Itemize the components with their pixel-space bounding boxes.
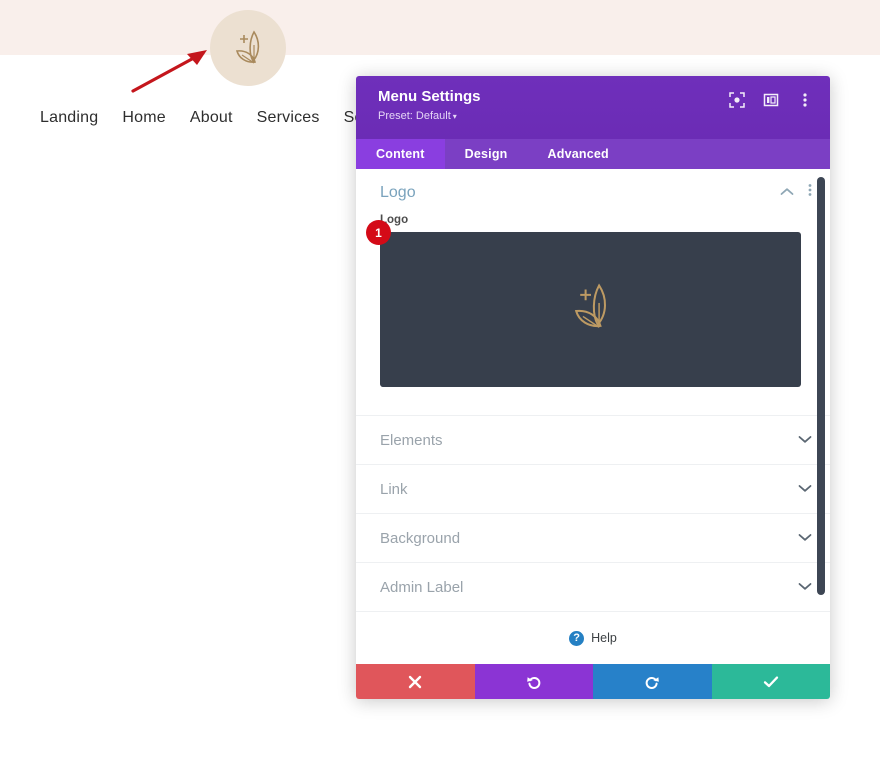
modal-body: Logo Logo 1 Elements Link Background Adm… (356, 169, 830, 664)
page-title: Menu Settings (378, 88, 481, 105)
redo-button[interactable] (593, 664, 712, 699)
section-admin-label-label: Admin Label (380, 578, 464, 596)
modal-header-actions (728, 88, 814, 109)
tab-design[interactable]: Design (445, 139, 528, 169)
red-arrow-annotation (131, 50, 207, 93)
chevron-down-icon: ▾ (452, 112, 457, 121)
undo-icon (526, 674, 542, 690)
check-icon (763, 675, 779, 689)
modal-header-text: Menu Settings Preset: Default ▾ (378, 88, 481, 122)
modal-header: Menu Settings Preset: Default ▾ (356, 76, 830, 139)
nav-item-services[interactable]: Services (257, 109, 320, 127)
tab-advanced[interactable]: Advanced (528, 139, 629, 169)
nav-item-about[interactable]: About (190, 109, 233, 127)
undo-button[interactable] (474, 664, 593, 699)
help-label: Help (591, 631, 617, 645)
section-background[interactable]: Background (356, 513, 830, 562)
save-button[interactable] (711, 664, 830, 699)
menu-settings-modal: Menu Settings Preset: Default ▾ Content … (356, 76, 830, 699)
logo-upload-preview[interactable]: 1 (366, 220, 801, 387)
focus-target-icon[interactable] (728, 91, 746, 109)
leaf-sparkle-logo-icon (560, 276, 622, 343)
section-elements[interactable]: Elements (356, 415, 830, 464)
preset-label: Preset: Default (378, 110, 451, 122)
close-icon (408, 675, 422, 689)
panel-scrollbar[interactable] (817, 177, 825, 595)
nav-item-home[interactable]: Home (122, 109, 165, 127)
section-link-label: Link (380, 480, 408, 498)
more-vertical-icon[interactable] (808, 183, 812, 202)
logo-field-label: Logo (380, 214, 409, 226)
chevron-down-icon[interactable] (798, 529, 812, 547)
site-logo-circle[interactable] (210, 10, 286, 86)
help-question-icon: ? (569, 630, 585, 646)
help-row[interactable]: ? Help (356, 611, 830, 664)
layout-panel-icon[interactable] (762, 91, 780, 109)
redo-icon (644, 674, 660, 690)
cancel-button[interactable] (356, 664, 475, 699)
chevron-up-icon[interactable] (780, 184, 794, 202)
section-logo-header[interactable]: Logo (356, 169, 830, 212)
tab-content[interactable]: Content (356, 139, 445, 169)
modal-footer (356, 664, 830, 699)
section-elements-label: Elements (380, 431, 443, 449)
chevron-down-icon[interactable] (798, 578, 812, 596)
section-logo-title: Logo (380, 183, 416, 201)
nav-item-landing[interactable]: Landing (40, 109, 98, 127)
more-vertical-icon[interactable] (796, 91, 814, 109)
chevron-down-icon[interactable] (798, 480, 812, 498)
modal-tabs: Content Design Advanced (356, 139, 830, 169)
section-logo-tools (780, 183, 812, 202)
section-background-label: Background (380, 529, 461, 547)
section-admin-label[interactable]: Admin Label (356, 562, 830, 611)
step-badge: 1 (366, 220, 391, 245)
leaf-sparkle-logo-icon (225, 25, 271, 71)
site-nav: Landing Home About Services Service (40, 109, 398, 127)
section-link[interactable]: Link (356, 464, 830, 513)
chevron-down-icon[interactable] (798, 431, 812, 449)
preset-selector[interactable]: Preset: Default ▾ (378, 110, 481, 122)
